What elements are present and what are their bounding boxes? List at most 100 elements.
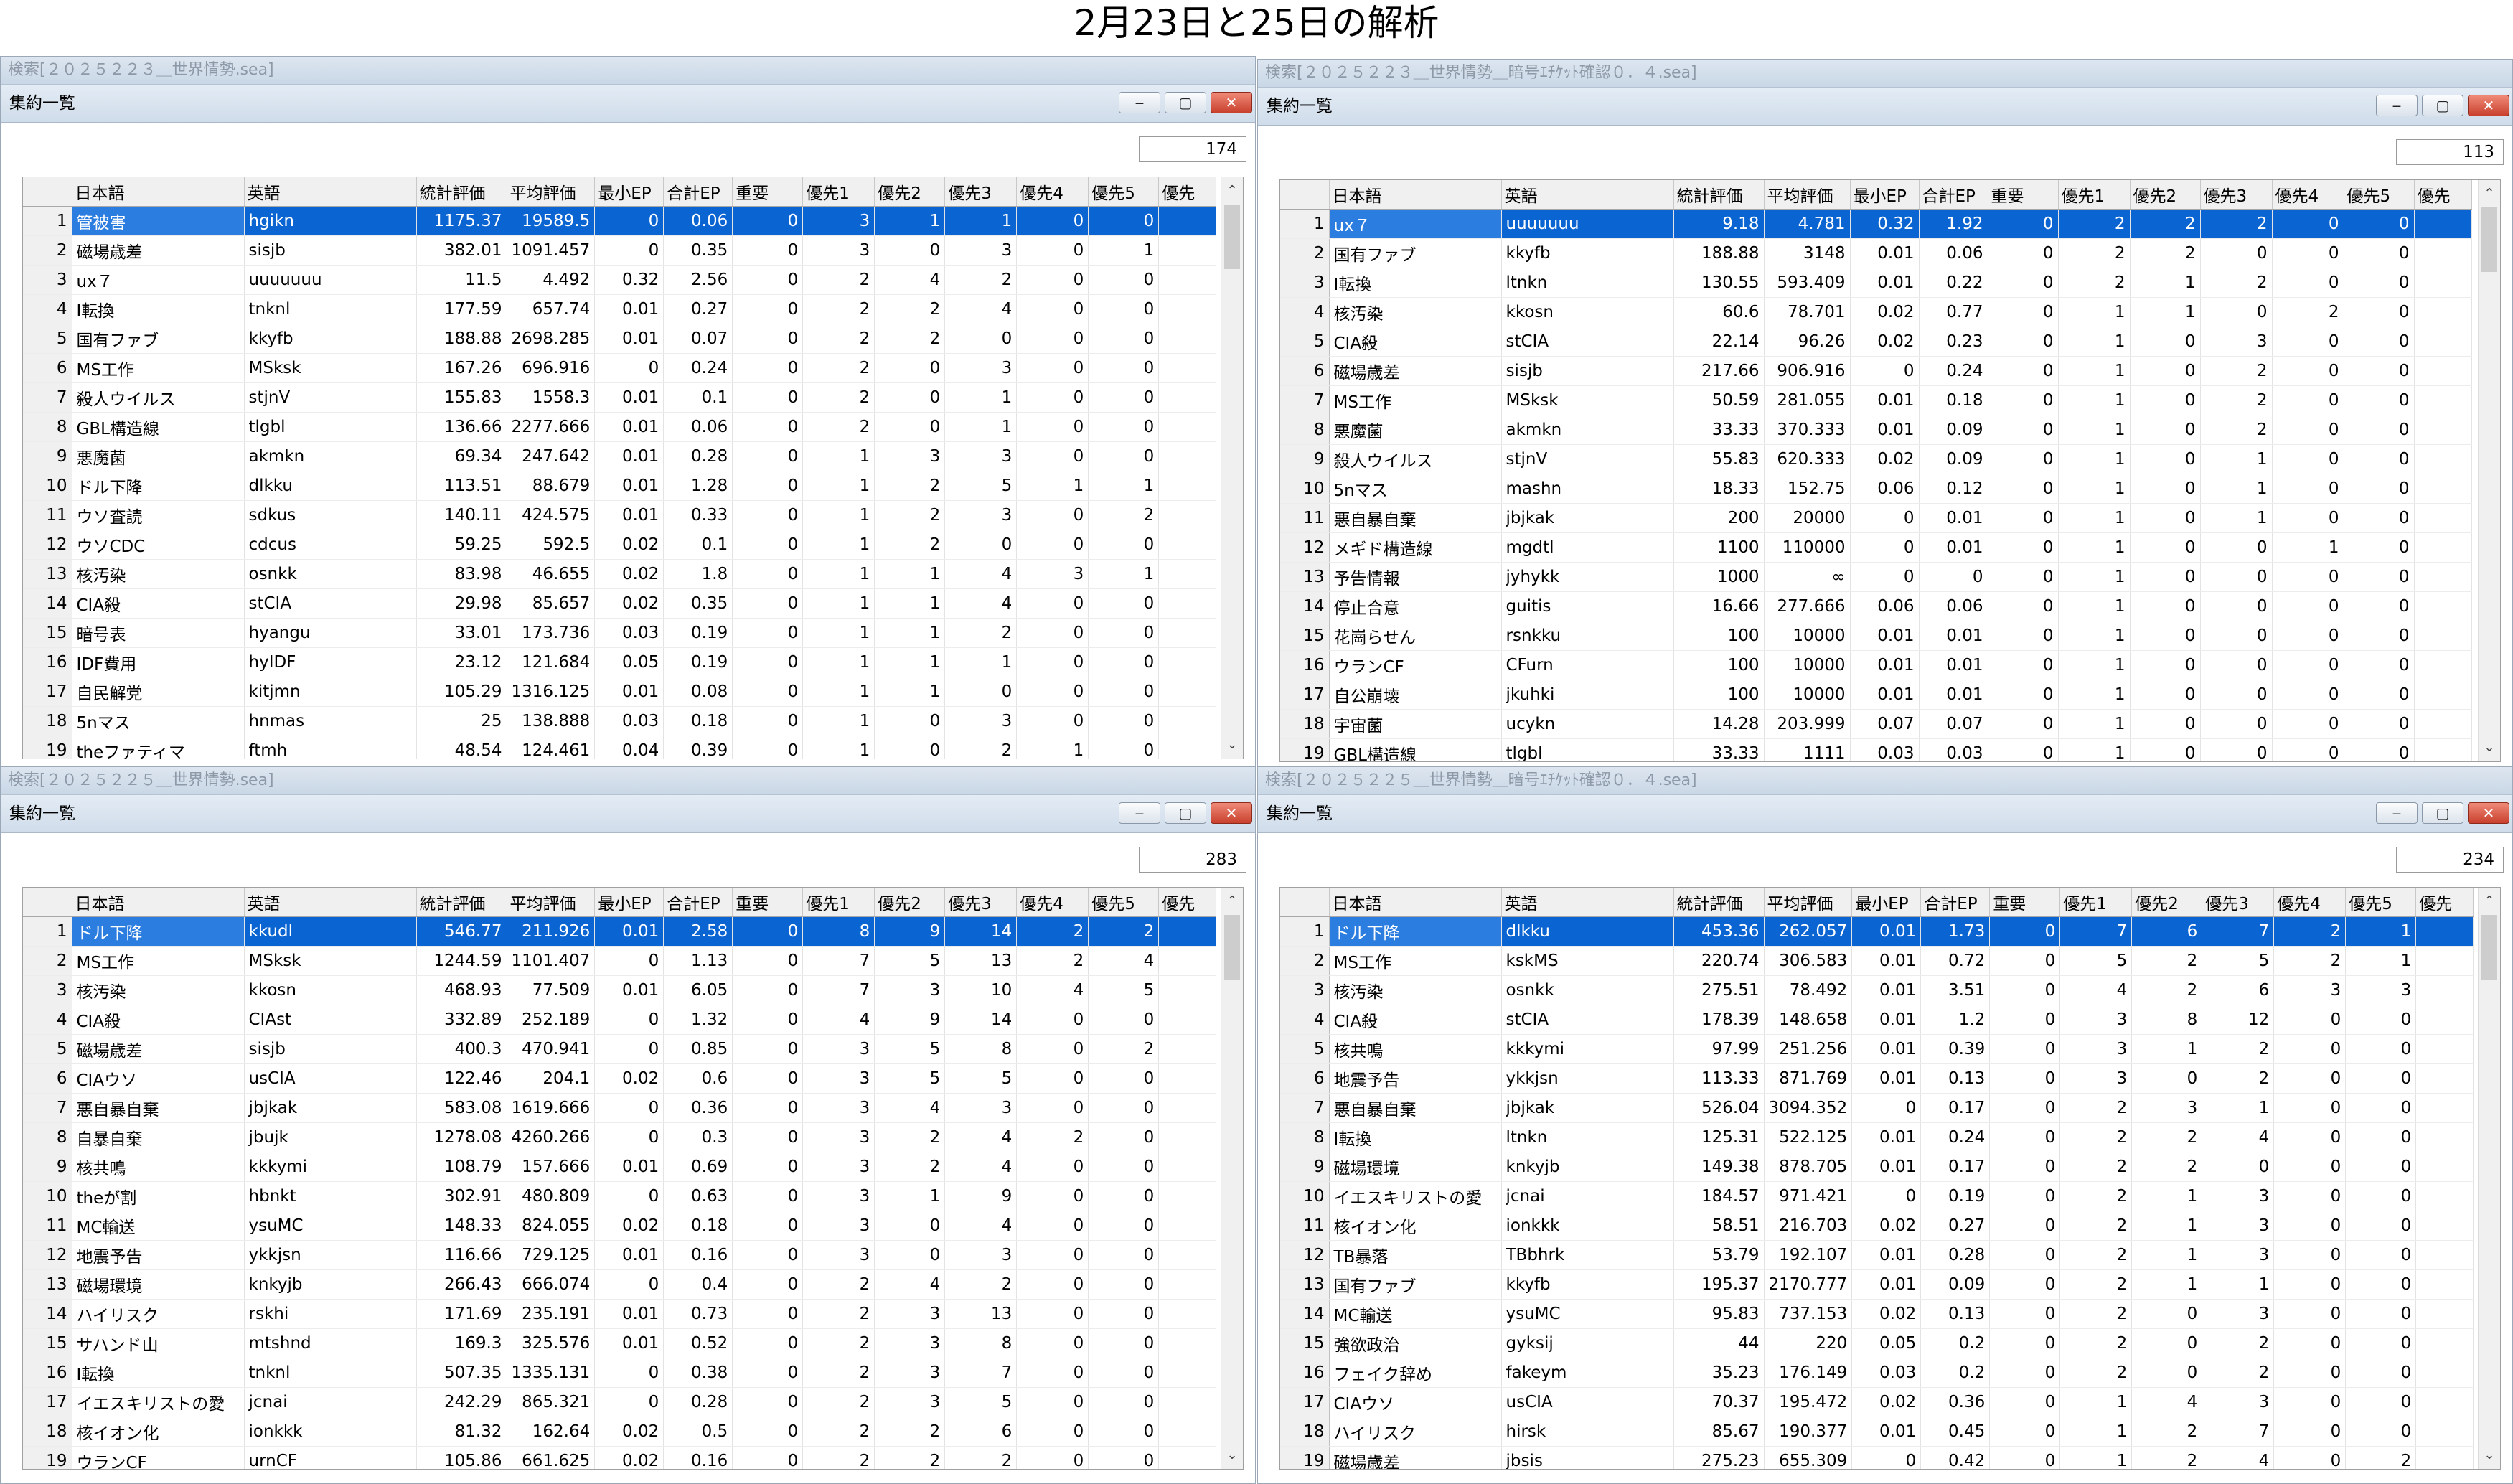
table-row[interactable]: 14 停止合意 guitis 16.66 277.666 0.06 0.06 0 1 0 0 0 0 <box>1280 591 2472 621</box>
table-row[interactable]: 9 核共鳴 kkkymi 108.79 157.666 0.01 0.69 0 3 2 4 0 0 <box>23 1152 1217 1182</box>
scroll-thumb[interactable] <box>2481 207 2497 272</box>
table-row[interactable]: 3 核汚染 osnkk 275.51 78.492 0.01 3.51 0 4 2 6 3 3 <box>1280 975 2474 1005</box>
scroll-up-icon[interactable]: ⌃ <box>2479 891 2500 912</box>
table-row[interactable]: 14 ハイリスク rskhi 171.69 235.191 0.01 0.73 0 2 3 13 0 0 <box>23 1299 1217 1329</box>
table-row[interactable]: 5 CIA殺 stCIA 22.14 96.26 0.02 0.23 0 1 0 3 0 0 <box>1280 327 2472 357</box>
table-row[interactable]: 11 核イオン化 ionkkk 58.51 216.703 0.02 0.27 0 2 1 3 0 0 <box>1280 1211 2474 1241</box>
scroll-down-icon[interactable]: ⌄ <box>2479 737 2500 759</box>
table-row[interactable]: 5 国有ファブ kkyfb 188.88 2698.285 0.01 0.07 0 2 2 0 0 0 <box>23 324 1217 354</box>
minimize-button[interactable]: ‒ <box>1119 802 1160 824</box>
close-button[interactable]: ✕ <box>2468 95 2509 116</box>
minimize-button[interactable]: ‒ <box>2376 95 2418 116</box>
maximize-button[interactable]: ▢ <box>1165 802 1206 824</box>
result-count-field[interactable]: 283 <box>1139 847 1246 873</box>
table-row[interactable]: 7 悪自暴自棄 jbjkak 583.08 1619.666 0 0.36 0 3 4 3 0 0 <box>23 1093 1217 1123</box>
table-row[interactable]: 15 サハンド山 mtshnd 169.3 325.576 0.01 0.52 0 2 3 8 0 0 <box>23 1328 1217 1358</box>
column-header[interactable]: 優先5 <box>1088 177 1160 207</box>
table-row[interactable]: 3 核汚染 kkosn 468.93 77.509 0.01 6.05 0 7 3 10 4 5 <box>23 975 1217 1005</box>
table-row[interactable]: 16 I転換 tnknl 507.35 1335.131 0 0.38 0 2 3 7 0 0 <box>23 1358 1217 1388</box>
table-row[interactable]: 10 イエスキリストの愛 jcnai 184.57 971.421 0 0.19 0 2 1 3 0 0 <box>1280 1181 2474 1211</box>
table-row[interactable]: 18 ハイリスク hirsk 85.67 190.377 0.01 0.45 0 1 2 7 0 0 <box>1280 1417 2474 1447</box>
table-row[interactable]: 11 ウソ査読 sdkus 140.11 424.575 0.01 0.33 0 1 2 3 0 2 <box>23 500 1217 530</box>
result-count-field[interactable]: 174 <box>1139 136 1246 162</box>
table-row[interactable]: 8 I転換 ltnkn 125.31 522.125 0.01 0.24 0 2 2 4 0 0 <box>1280 1122 2474 1152</box>
maximize-button[interactable]: ▢ <box>2422 802 2463 824</box>
results-grid[interactable]: 日本語 英語 統計評価 平均評価 最小EP 合計EP 重要 優先1 優先2 優先3 優先4 優先5 優先… <box>1279 887 2501 1470</box>
column-header[interactable]: 優先2 <box>874 177 946 207</box>
vertical-scrollbar[interactable]: ⌃ ⌄ <box>1221 888 1243 1469</box>
column-header[interactable]: 優先4 <box>2272 180 2344 210</box>
column-header[interactable]: 英語 <box>1501 888 1674 917</box>
minimize-button[interactable]: ‒ <box>2376 802 2418 824</box>
column-header[interactable]: 優先1 <box>2058 180 2131 210</box>
column-header[interactable]: 重要 <box>1988 180 2059 210</box>
table-row[interactable]: 11 悪自暴自棄 jbjkak 200 20000 0 0.01 0 1 0 1 0 0 <box>1280 503 2472 533</box>
table-row[interactable]: 1 管被害 hgikn 1175.37 19589.5 0 0.06 0 3 1 1 0 0 <box>23 206 1217 236</box>
column-header[interactable]: 優先2 <box>874 888 946 917</box>
table-row[interactable]: 15 花崗らせん rsnkku 100 10000 0.01 0.01 0 1 0 0 0 0 <box>1280 621 2472 651</box>
table-row[interactable]: 18 宇宙菌 ucykn 14.28 203.999 0.07 0.07 0 1 0 0 0 0 <box>1280 709 2472 739</box>
column-header[interactable]: 優先1 <box>802 177 875 207</box>
table-row[interactable]: 7 MS工作 MSksk 50.59 281.055 0.01 0.18 0 1 0 2 0 0 <box>1280 385 2472 415</box>
column-header[interactable]: 日本語 <box>1329 888 1502 917</box>
table-row[interactable]: 1 ドル下降 dlkku 453.36 262.057 0.01 1.73 0 7 6 7 2 1 <box>1280 916 2474 947</box>
table-row[interactable]: 11 MC輸送 ysuMC 148.33 824.055 0.02 0.18 0 3 0 4 0 0 <box>23 1211 1217 1241</box>
column-header[interactable]: 優先1 <box>802 888 875 917</box>
table-row[interactable]: 16 フェイク辞め fakeym 35.23 176.149 0.03 0.2 0 2 0 2 0 0 <box>1280 1358 2474 1388</box>
column-header[interactable]: 平均評価 <box>507 177 596 207</box>
table-row[interactable]: 2 磁場歳差 sisjb 382.01 1091.457 0 0.35 0 3 0 3 0 1 <box>23 235 1217 266</box>
column-header[interactable]: 優先 <box>2414 180 2472 210</box>
column-header[interactable]: 優先5 <box>2344 180 2415 210</box>
table-row[interactable]: 3 I転換 ltnkn 130.55 593.409 0.01 0.22 0 2 1 2 0 0 <box>1280 268 2472 298</box>
maximize-button[interactable]: ▢ <box>2422 95 2463 116</box>
column-header[interactable]: 英語 <box>244 177 417 207</box>
table-row[interactable]: 10 ドル下降 dlkku 113.51 88.679 0.01 1.28 0 1 2 5 1 1 <box>23 471 1217 501</box>
column-header[interactable]: 優先4 <box>2273 888 2347 917</box>
table-row[interactable]: 19 theファティマ ftmh 48.54 124.461 0.04 0.39 0 1 0 2 1 0 <box>23 736 1217 759</box>
table-row[interactable]: 10 theが割 hbnkt 302.91 480.809 0 0.63 0 3 1 9 0 0 <box>23 1181 1217 1211</box>
table-row[interactable]: 3 ux７ uuuuuuu 11.5 4.492 0.32 2.56 0 2 4 2 0 0 <box>23 265 1217 295</box>
column-header[interactable] <box>23 888 72 917</box>
column-header[interactable]: 優先1 <box>2059 888 2133 917</box>
column-header[interactable] <box>1280 180 1330 210</box>
table-row[interactable]: 13 予告情報 jyhykk 1000 ∞ 0 0 0 1 0 0 0 0 <box>1280 562 2472 592</box>
scroll-up-icon[interactable]: ⌃ <box>2479 183 2500 205</box>
column-header[interactable]: 日本語 <box>1329 180 1502 210</box>
scroll-thumb[interactable] <box>1224 205 1240 269</box>
table-row[interactable]: 6 磁場歳差 sisjb 217.66 906.916 0 0.24 0 1 0 2 0 0 <box>1280 356 2472 386</box>
scroll-up-icon[interactable]: ⌃ <box>1221 891 1243 912</box>
column-header[interactable]: 統計評価 <box>416 888 507 917</box>
table-row[interactable]: 17 自公崩壊 jkuhki 100 10000 0.01 0.01 0 1 0 0 0 0 <box>1280 680 2472 710</box>
results-grid[interactable]: 日本語 英語 統計評価 平均評価 最小EP 合計EP 重要 優先1 優先2 優先3 優先4 優先5 優先… <box>22 177 1244 759</box>
table-row[interactable]: 9 悪魔菌 akmkn 69.34 247.642 0.01 0.28 0 1 3 3 0 0 <box>23 441 1217 471</box>
table-row[interactable]: 7 殺人ウイルス stjnV 155.83 1558.3 0.01 0.1 0 2 0 1 0 0 <box>23 382 1217 413</box>
table-row[interactable]: 2 国有ファブ kkyfb 188.88 3148 0.01 0.06 0 2 2 0 0 0 <box>1280 238 2472 268</box>
scroll-thumb[interactable] <box>2481 915 2497 980</box>
table-row[interactable]: 6 MS工作 MSksk 167.26 696.916 0 0.24 0 2 0 3 0 0 <box>23 353 1217 383</box>
minimize-button[interactable]: ‒ <box>1119 92 1160 113</box>
table-row[interactable]: 5 核共鳴 kkkymi 97.99 251.256 0.01 0.39 0 3 1 2 0 0 <box>1280 1034 2474 1064</box>
scroll-down-icon[interactable]: ⌄ <box>2479 1445 2500 1466</box>
column-header[interactable]: 平均評価 <box>1764 888 1853 917</box>
table-row[interactable]: 19 ウランCF urnCF 105.86 661.625 0.02 0.16 0 2 2 2 0 0 <box>23 1446 1217 1469</box>
results-grid[interactable]: 日本語 英語 統計評価 平均評価 最小EP 合計EP 重要 優先1 優先2 優先3 優先4 優先5 優先… <box>22 887 1244 1470</box>
table-row[interactable]: 13 磁場環境 knkyjb 266.43 666.074 0 0.4 0 2 4 2 0 0 <box>23 1269 1217 1300</box>
column-header[interactable]: 合計EP <box>1919 180 1988 210</box>
maximize-button[interactable]: ▢ <box>1165 92 1206 113</box>
column-header[interactable]: 合計EP <box>1920 888 1991 917</box>
table-row[interactable]: 12 TB暴落 TBbhrk 53.79 192.107 0.01 0.28 0 2 1 3 0 0 <box>1280 1240 2474 1270</box>
table-row[interactable]: 8 GBL構造線 tlgbl 136.66 2277.666 0.01 0.06 0 2 0 1 0 0 <box>23 412 1217 442</box>
table-row[interactable]: 15 暗号表 hyangu 33.01 173.736 0.03 0.19 0 1 1 2 0 0 <box>23 618 1217 648</box>
column-header[interactable]: 優先2 <box>2130 180 2201 210</box>
table-row[interactable]: 10 5nマス mashn 18.33 152.75 0.06 0.12 0 1 0 1 0 0 <box>1280 474 2472 504</box>
table-row[interactable]: 6 CIAウソ usCIA 122.46 204.1 0.02 0.6 0 3 5 5 0 0 <box>23 1063 1217 1094</box>
column-header[interactable]: 優先 <box>1158 888 1217 917</box>
table-row[interactable]: 14 CIA殺 stCIA 29.98 85.657 0.02 0.35 0 1 1 4 0 0 <box>23 588 1217 619</box>
column-header[interactable]: 平均評価 <box>507 888 596 917</box>
close-button[interactable]: ✕ <box>1211 92 1252 113</box>
table-row[interactable]: 16 ウランCF CFurn 100 10000 0.01 0.01 0 1 0 0 0 0 <box>1280 650 2472 680</box>
results-grid[interactable]: 日本語 英語 統計評価 平均評価 最小EP 合計EP 重要 優先1 優先2 優先3 優先4 優先5 優先… <box>1279 179 2501 762</box>
table-row[interactable]: 12 メギド構造線 mgdtl 1100 110000 0 0.01 0 1 0 0 1 0 <box>1280 532 2472 563</box>
column-header[interactable]: 英語 <box>1501 180 1674 210</box>
close-button[interactable]: ✕ <box>1211 802 1252 824</box>
